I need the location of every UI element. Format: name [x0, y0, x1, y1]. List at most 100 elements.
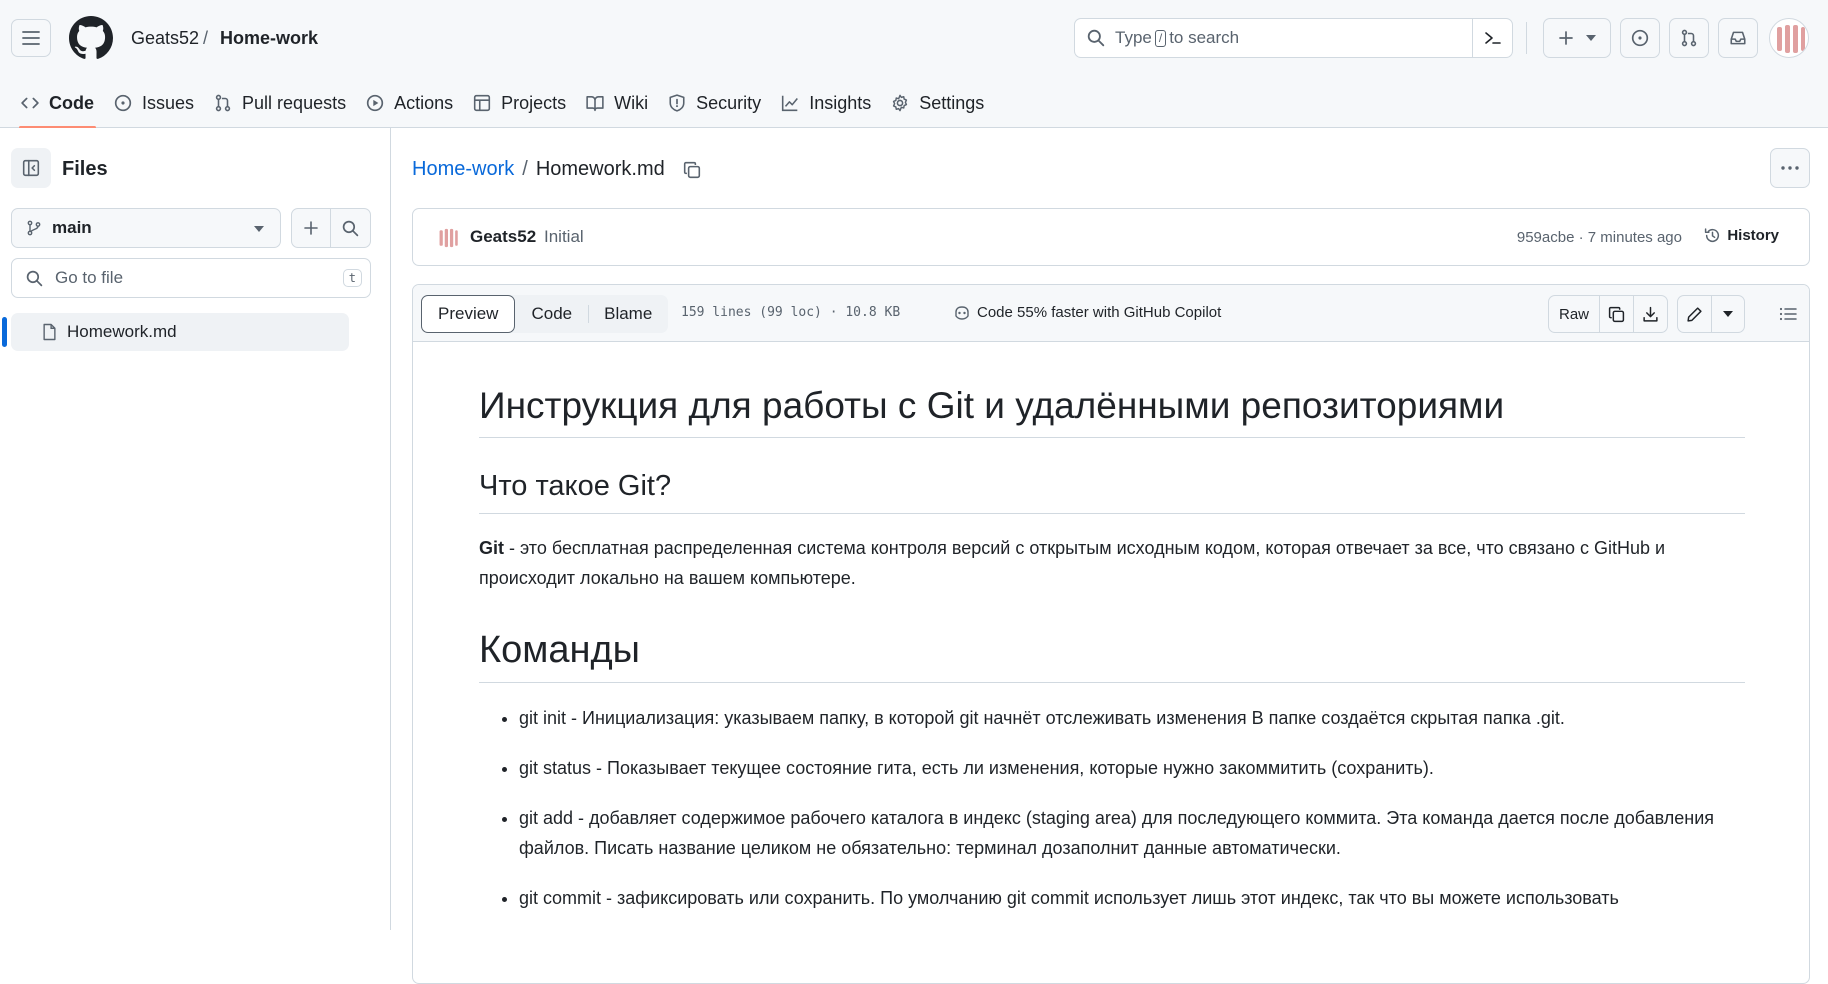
markdown-heading-commands: Команды	[479, 627, 1745, 683]
list-item: git add - добавляет содержимое рабочего …	[519, 803, 1745, 863]
history-icon	[1705, 228, 1720, 242]
search-icon	[1087, 29, 1105, 47]
hamburger-icon	[22, 31, 40, 45]
active-file-marker	[2, 317, 7, 347]
branch-selector[interactable]: main	[11, 208, 281, 248]
markdown-heading-2: Что такое Git?	[479, 468, 1745, 514]
branch-name: main	[52, 218, 92, 237]
shield-icon	[669, 94, 685, 112]
edit-file-button[interactable]	[1678, 296, 1711, 332]
shortcut-key: t	[342, 269, 362, 287]
list-item: git commit - зафиксировать или сохранить…	[519, 883, 1745, 913]
user-avatar[interactable]	[1769, 18, 1809, 58]
tab-actions[interactable]: Actions	[356, 78, 463, 128]
edit-options-button[interactable]	[1711, 296, 1744, 332]
repo-nav: Code Issues Pull requests Actions Projec…	[0, 78, 994, 129]
plus-icon	[304, 221, 318, 235]
file-name: Homework.md	[535, 158, 665, 180]
download-button[interactable]	[1633, 296, 1667, 332]
view-mode-segmented-control: Preview Code Blame	[421, 295, 669, 333]
tab-projects[interactable]: Projects	[463, 78, 576, 128]
raw-button[interactable]: Raw	[1549, 296, 1599, 332]
go-to-file-input[interactable]: Go to file t	[11, 258, 371, 298]
tab-code-view[interactable]: Code	[515, 295, 588, 333]
search-icon	[26, 270, 43, 286]
issue-icon	[114, 94, 132, 112]
download-icon	[1643, 306, 1658, 322]
tab-settings[interactable]: Settings	[881, 78, 994, 128]
list-item: git init - Инициализация: указываем папк…	[519, 703, 1745, 733]
menu-button[interactable]	[11, 19, 51, 57]
add-file-button[interactable]	[292, 209, 332, 247]
commit-hash-time[interactable]: 959acbe · 7 minutes ago	[1517, 229, 1682, 246]
commit-author[interactable]: Geats52	[470, 227, 536, 247]
sidebar-collapse-icon	[22, 159, 40, 177]
breadcrumb-repo-link[interactable]: Home-work	[412, 158, 514, 181]
graph-icon	[782, 95, 799, 112]
breadcrumb-separator: /	[203, 28, 209, 48]
markdown-paragraph: Git - это бесплатная распределенная сист…	[479, 537, 1666, 588]
file-view: Home-work / Homework.md Geats52 Initial …	[392, 128, 1828, 984]
tab-preview[interactable]: Preview	[421, 295, 516, 333]
search-files-button[interactable]	[331, 209, 370, 247]
file-toolbar: Preview Code Blame 159 lines (99 loc) · …	[413, 285, 1809, 342]
markdown-bold: Git	[479, 537, 504, 558]
breadcrumb-separator: /	[522, 158, 528, 180]
copy-icon	[1608, 306, 1625, 322]
search-icon	[342, 220, 359, 236]
history-button[interactable]: History	[1704, 227, 1779, 244]
file-tree-item[interactable]: Homework.md	[11, 313, 349, 351]
create-new-button[interactable]	[1543, 18, 1611, 58]
copilot-promo-link[interactable]: Code 55% faster with GitHub Copilot	[953, 304, 1221, 321]
git-branch-icon	[27, 220, 41, 236]
file-tree-sidebar: Files main Go to file t Homework.md	[0, 128, 391, 930]
plus-icon	[1559, 31, 1573, 45]
markdown-heading-1: Инструкция для работы с Git и удалёнными…	[479, 383, 1745, 439]
caret-down-icon	[1723, 311, 1733, 317]
pull-request-icon	[1681, 29, 1697, 47]
github-logo-icon[interactable]	[69, 16, 113, 60]
copy-icon	[683, 161, 700, 178]
markdown-list: git init - Инициализация: указываем папк…	[479, 703, 1745, 913]
copy-raw-button[interactable]	[1599, 296, 1633, 332]
header-divider	[1526, 22, 1527, 54]
copilot-icon	[955, 305, 969, 320]
list-unordered-icon	[1779, 307, 1797, 321]
caret-down-icon	[1586, 35, 1596, 41]
tab-pull-requests[interactable]: Pull requests	[204, 78, 356, 128]
commit-author-avatar[interactable]	[435, 225, 461, 251]
search-input[interactable]: Type / to search	[1074, 18, 1513, 58]
breadcrumb-repo[interactable]: Home-work	[220, 28, 318, 49]
your-issues-button[interactable]	[1620, 18, 1660, 58]
tab-blame[interactable]: Blame	[588, 295, 668, 333]
breadcrumb-owner[interactable]: Geats52	[131, 28, 199, 49]
pencil-icon	[1687, 306, 1702, 322]
kebab-horizontal-icon	[1781, 166, 1799, 170]
gear-icon	[893, 94, 908, 112]
table-icon	[474, 94, 491, 112]
commit-message[interactable]: Initial	[544, 227, 584, 247]
tab-issues[interactable]: Issues	[104, 78, 204, 128]
list-item: git status - Показывает текущее состояни…	[519, 753, 1745, 783]
raw-actions-group: Raw	[1548, 295, 1668, 333]
tab-security[interactable]: Security	[658, 78, 771, 128]
notifications-button[interactable]	[1718, 18, 1758, 58]
command-palette-button[interactable]	[1472, 19, 1512, 57]
app-header: Geats52 / Home-work Type / to search Cod…	[0, 0, 1828, 129]
issue-icon	[1631, 29, 1649, 47]
caret-down-icon	[254, 226, 264, 232]
tab-wiki[interactable]: Wiki	[576, 78, 658, 128]
more-options-button[interactable]	[1770, 148, 1810, 188]
copy-path-button[interactable]	[683, 161, 701, 179]
inbox-icon	[1730, 31, 1746, 45]
file-actions-group	[291, 208, 371, 248]
your-pull-requests-button[interactable]	[1669, 18, 1709, 58]
tab-code[interactable]: Code	[11, 78, 104, 129]
collapse-sidebar-button[interactable]	[11, 148, 51, 188]
tab-insights[interactable]: Insights	[771, 78, 881, 128]
edit-actions-group	[1677, 295, 1745, 333]
play-icon	[366, 94, 384, 112]
outline-button[interactable]	[1769, 295, 1807, 333]
file-icon	[43, 323, 56, 341]
book-icon	[586, 96, 604, 112]
